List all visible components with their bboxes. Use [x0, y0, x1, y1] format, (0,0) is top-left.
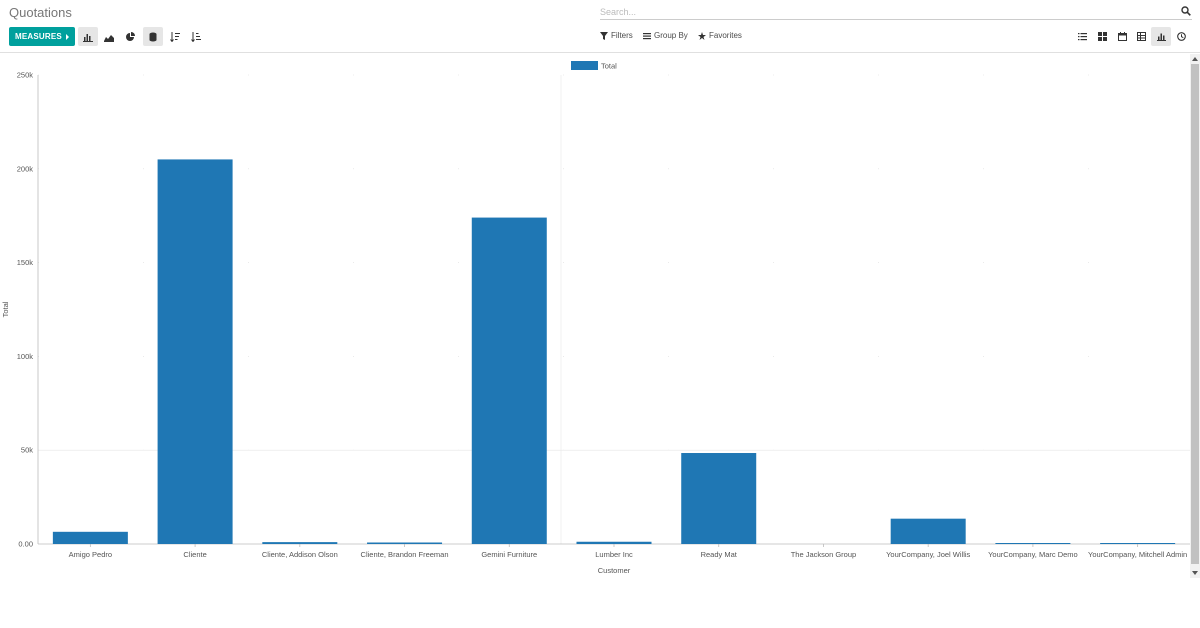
bar: [367, 542, 443, 544]
pivot-view-button[interactable]: [1131, 27, 1151, 46]
measures-button[interactable]: MEASURES: [9, 27, 75, 46]
y-tick-label: 250k: [17, 71, 34, 80]
list-view-button[interactable]: [1072, 27, 1092, 46]
graph-view: 0.00 50k 100k 150k 200k 250k Amigo Pedro Client…: [0, 54, 1190, 578]
scroll-up-icon[interactable]: [1192, 57, 1198, 61]
calendar-view-button[interactable]: [1112, 27, 1132, 46]
x-axis-title: Customer: [598, 566, 631, 575]
bar: [995, 543, 1071, 544]
filters-label: Filters: [611, 31, 633, 40]
pivot-view-icon: [1136, 32, 1146, 41]
x-tick-label: Cliente, Addison Olson: [262, 550, 338, 559]
bar: [157, 159, 233, 545]
sort-ascending-button[interactable]: [186, 27, 206, 46]
x-tick-label: YourCompany, Mitchell Admin: [1088, 550, 1187, 559]
activity-view-icon: [1176, 32, 1186, 41]
x-tick-label: Gemini Furniture: [481, 550, 537, 559]
pie-chart-icon: [126, 31, 135, 41]
bar: [681, 453, 757, 544]
bar: [1100, 543, 1176, 544]
list-view-icon: [1077, 33, 1087, 41]
kanban-view-icon: [1097, 32, 1107, 41]
kanban-view-button[interactable]: [1092, 27, 1112, 46]
x-tick-label: Lumber Inc: [595, 550, 633, 559]
line-chart-button[interactable]: [99, 27, 119, 46]
star-icon: [698, 31, 706, 40]
x-tick-label: Ready Mat: [701, 550, 738, 559]
caret-right-icon: [65, 33, 69, 40]
legend-label: Total: [601, 62, 617, 71]
activity-view-button[interactable]: [1171, 27, 1191, 46]
x-tick-label: Cliente: [183, 550, 206, 559]
bar-chart: 0.00 50k 100k 150k 200k 250k Amigo Pedro Client…: [1, 61, 1190, 575]
stacked-button[interactable]: [143, 27, 163, 46]
scroll-thumb[interactable]: [1191, 64, 1199, 564]
search-icon[interactable]: [1181, 6, 1191, 16]
y-tick-label: 150k: [17, 258, 34, 267]
x-tick-label: Cliente, Brandon Freeman: [361, 550, 449, 559]
filter-icon: [600, 31, 608, 40]
search-input[interactable]: [600, 4, 1170, 19]
bar: [262, 542, 338, 544]
bars-icon: [643, 32, 651, 39]
bar: [576, 541, 652, 544]
search-box[interactable]: [600, 4, 1192, 20]
favorites-label: Favorites: [709, 31, 742, 40]
control-panel: Quotations MEASURES: [0, 0, 1200, 53]
y-tick-label: 50k: [21, 446, 33, 455]
x-tick-label: YourCompany, Marc Demo: [988, 550, 1078, 559]
y-axis-title: Total: [1, 301, 10, 317]
bar: [890, 518, 966, 544]
bar: [471, 217, 547, 545]
y-tick-label: 0.00: [18, 540, 33, 549]
pie-chart-button[interactable]: [120, 27, 140, 46]
measures-label: MEASURES: [15, 32, 62, 41]
stacked-icon: [149, 32, 157, 41]
favorites-button[interactable]: Favorites: [698, 31, 742, 40]
y-tick-label: 100k: [17, 352, 34, 361]
bar-chart-icon: [83, 33, 93, 42]
sort-ascending-icon: [191, 31, 201, 42]
graph-view-icon: [1156, 33, 1166, 41]
scrollbar[interactable]: [1190, 54, 1200, 578]
bar-chart-button[interactable]: [78, 27, 98, 46]
x-tick-label: Amigo Pedro: [69, 550, 112, 559]
filters-button[interactable]: Filters: [600, 31, 633, 40]
x-tick-label: The Jackson Group: [791, 550, 856, 559]
legend-swatch: [571, 61, 598, 70]
scroll-down-icon[interactable]: [1192, 571, 1198, 575]
bar: [52, 531, 128, 544]
group-by-label: Group By: [654, 31, 688, 40]
line-chart-icon: [104, 34, 114, 42]
x-tick-label: YourCompany, Joel Willis: [886, 550, 970, 559]
calendar-view-icon: [1117, 32, 1127, 41]
group-by-button[interactable]: Group By: [643, 31, 688, 40]
y-tick-label: 200k: [17, 164, 34, 173]
page-title: Quotations: [9, 5, 72, 20]
sort-descending-icon: [170, 31, 180, 42]
sort-descending-button[interactable]: [165, 27, 185, 46]
graph-view-button[interactable]: [1151, 27, 1171, 46]
